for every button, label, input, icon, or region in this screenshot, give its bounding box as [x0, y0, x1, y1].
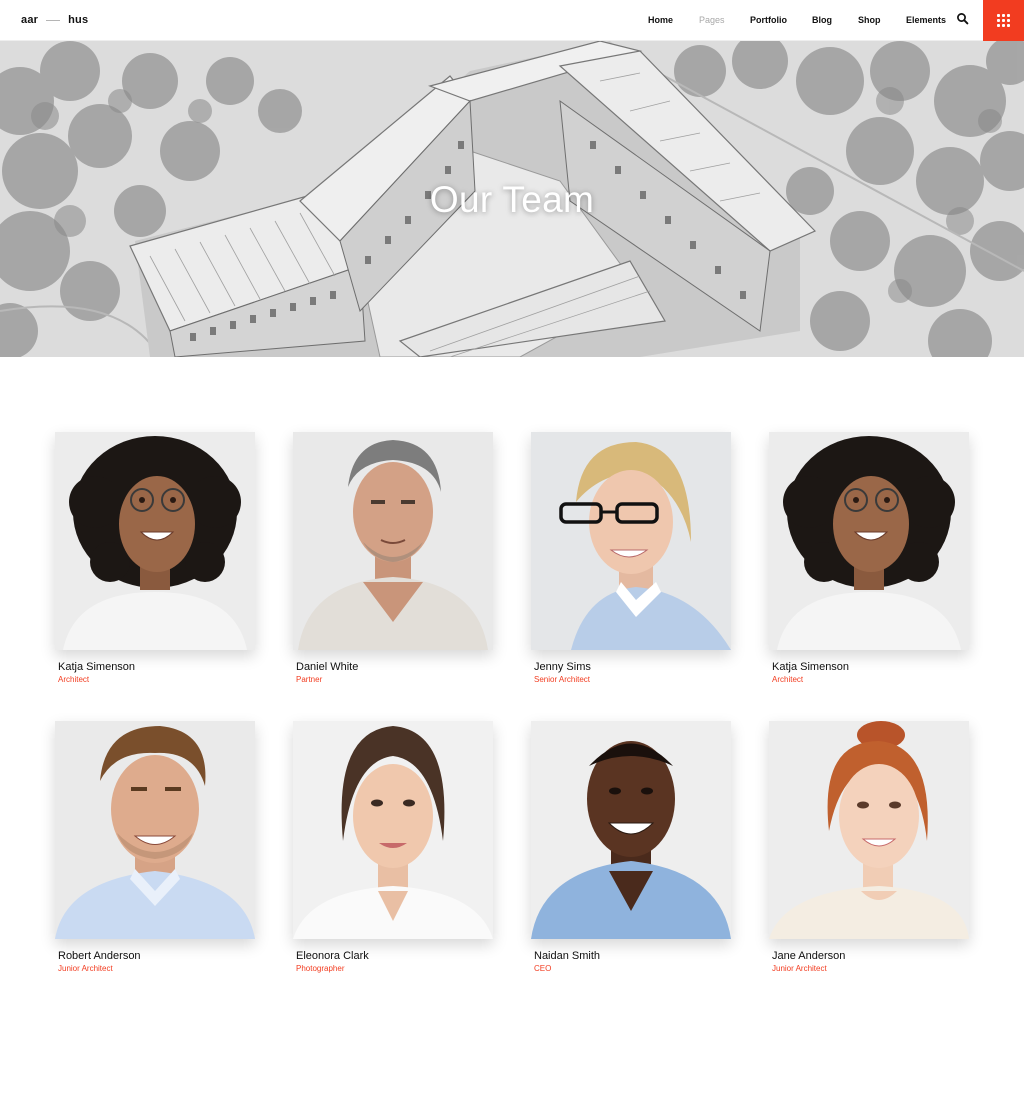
team-card: Daniel White Partner	[293, 432, 493, 684]
nav-item-pages[interactable]: Pages	[699, 15, 725, 25]
team-member-photo[interactable]	[293, 721, 493, 939]
team-member-photo[interactable]	[55, 432, 255, 650]
nav-item-portfolio[interactable]: Portfolio	[750, 15, 787, 25]
team-member-photo[interactable]	[531, 721, 731, 939]
team-member-role: Architect	[58, 675, 90, 684]
team-member-name[interactable]: Naidan Smith	[534, 950, 731, 962]
team-card: Jenny Sims Senior Architect	[531, 432, 731, 684]
team-member-role: Architect	[772, 675, 804, 684]
nav-item-elements[interactable]: Elements	[906, 15, 946, 25]
team-member-photo[interactable]	[531, 432, 731, 650]
team-card: Jane Anderson Junior Architect	[769, 721, 969, 973]
nav-item-shop[interactable]: Shop	[858, 15, 881, 25]
team-member-role: Photographer	[296, 964, 345, 973]
team-member-name[interactable]: Robert Anderson	[58, 950, 255, 962]
team-member-photo[interactable]	[769, 432, 969, 650]
team-member-photo[interactable]	[769, 721, 969, 939]
team-member-role: Partner	[296, 675, 323, 684]
team-member-photo[interactable]	[293, 432, 493, 650]
page-title: Our Team	[429, 179, 595, 220]
team-member-name[interactable]: Daniel White	[296, 661, 493, 673]
nav-item-blog[interactable]: Blog	[812, 15, 832, 25]
menu-button[interactable]	[983, 0, 1024, 41]
grid-menu-icon	[997, 14, 1010, 27]
team-member-role: Junior Architect	[772, 964, 827, 973]
nav-item-home[interactable]: Home	[648, 15, 673, 25]
team-member-role: CEO	[534, 964, 552, 973]
search-icon	[957, 13, 969, 25]
search-button[interactable]	[956, 12, 970, 26]
team-member-name[interactable]: Eleonora Clark	[296, 950, 493, 962]
team-member-name[interactable]: Katja Simenson	[58, 661, 255, 673]
team-member-role: Junior Architect	[58, 964, 113, 973]
team-card: Katja Simenson Architect	[55, 432, 255, 684]
team-member-name[interactable]: Jane Anderson	[772, 950, 969, 962]
site-header: aar hus Home Pages Portfolio Blog Shop E…	[0, 0, 1024, 41]
team-member-photo[interactable]	[55, 721, 255, 939]
team-card: Eleonora Clark Photographer	[293, 721, 493, 973]
hero-banner: Our Team	[0, 41, 1024, 357]
team-member-role: Senior Architect	[534, 675, 591, 684]
team-card: Naidan Smith CEO	[531, 721, 731, 973]
team-member-name[interactable]: Katja Simenson	[772, 661, 969, 673]
team-card: Katja Simenson Architect	[769, 432, 969, 684]
main-nav: Home Pages Portfolio Blog Shop Elements	[0, 15, 1024, 29]
team-member-name[interactable]: Jenny Sims	[534, 661, 731, 673]
team-card: Robert Anderson Junior Architect	[55, 721, 255, 973]
